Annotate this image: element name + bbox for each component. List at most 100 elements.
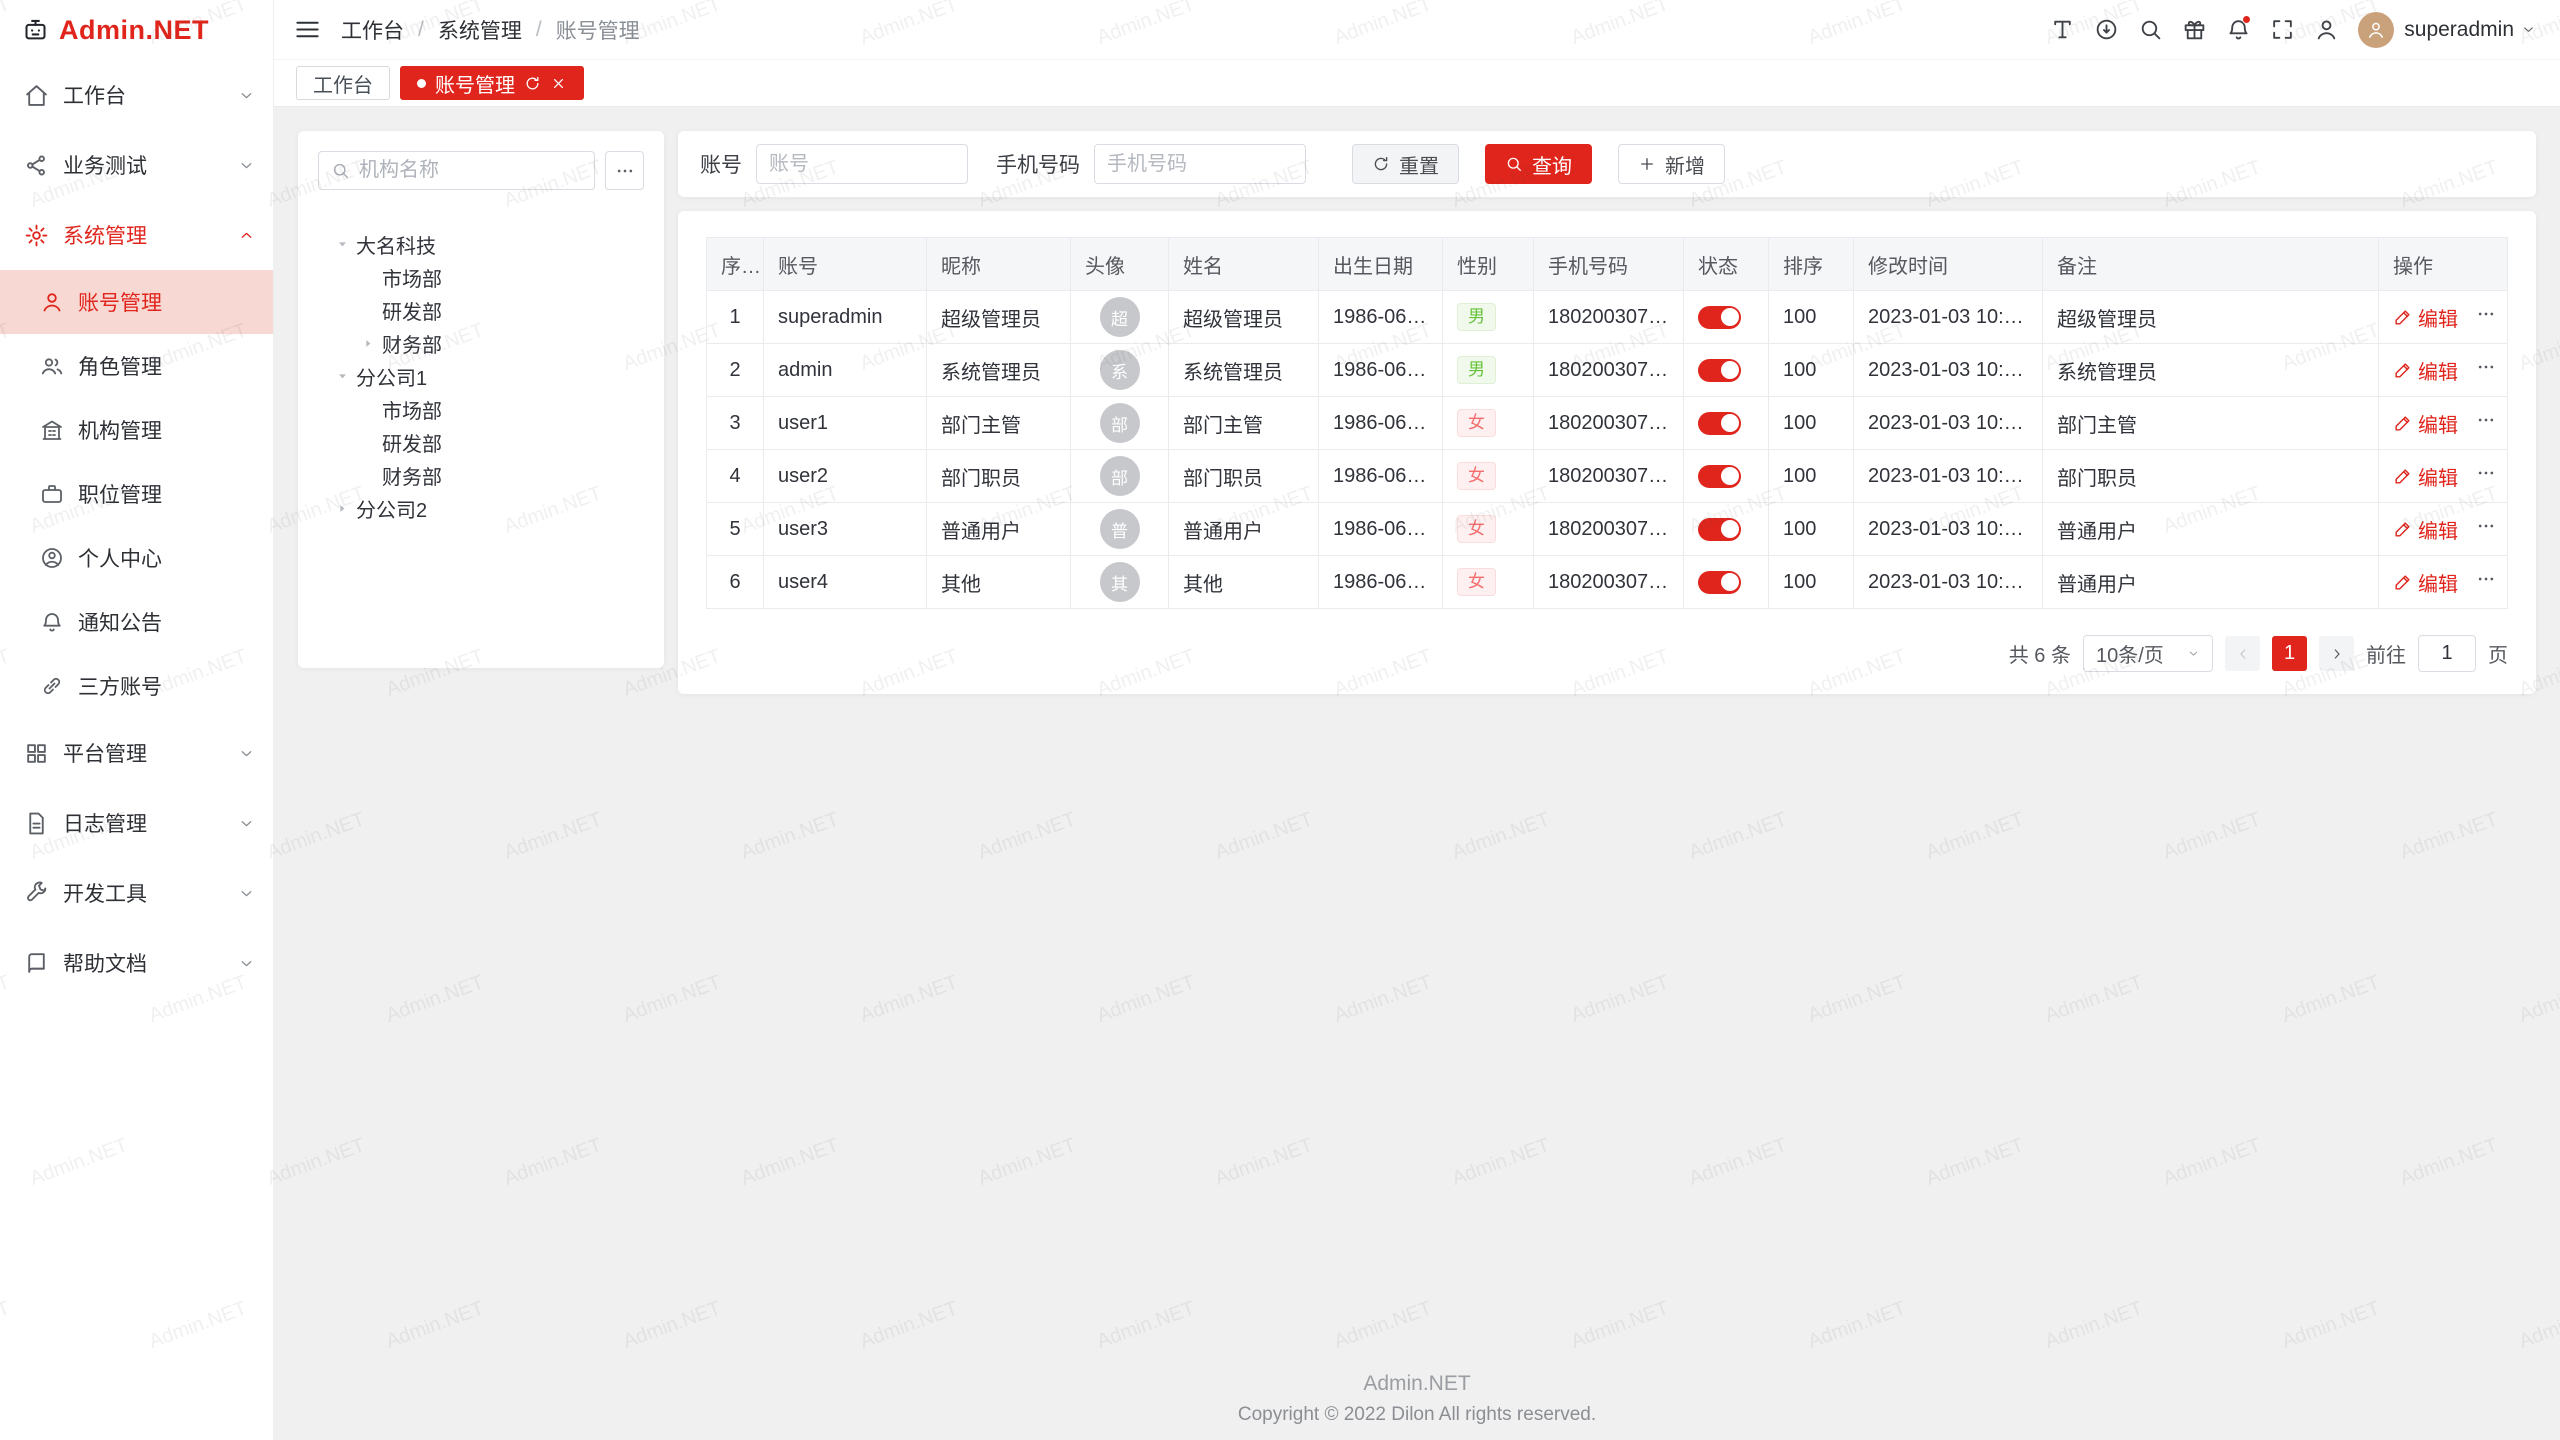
tab-close-icon[interactable] (550, 75, 567, 92)
status-toggle[interactable] (1698, 465, 1741, 488)
status-toggle[interactable] (1698, 359, 1741, 382)
cell-name: 其他 (1169, 556, 1319, 609)
sidebar-item-notice[interactable]: 通知公告 (0, 590, 273, 654)
gift-button[interactable] (2172, 8, 2216, 52)
sidebar-item-org-mgmt[interactable]: 机构管理 (0, 398, 273, 462)
row-more-button[interactable] (2476, 516, 2496, 542)
account-input[interactable] (769, 153, 955, 176)
sidebar-item-personal-center[interactable]: 个人中心 (0, 526, 273, 590)
cell-remark: 部门主管 (2043, 397, 2379, 450)
edit-button[interactable]: 编辑 (2393, 356, 2458, 385)
tree-node[interactable]: 市场部 (318, 261, 644, 294)
cell-remark: 超级管理员 (2043, 291, 2379, 344)
sidebar-item-platform-mgmt[interactable]: 平台管理 (0, 718, 273, 788)
sidebar-item-workbench[interactable]: 工作台 (0, 60, 273, 130)
search-button[interactable]: 查询 (1485, 144, 1592, 184)
caret-right-icon[interactable] (354, 337, 382, 350)
tree-node[interactable]: 研发部 (318, 426, 644, 459)
column-header: 头像 (1071, 238, 1169, 291)
circle-arrow-button[interactable] (2084, 8, 2128, 52)
cell-phone: 18020030720 (1534, 344, 1684, 397)
breadcrumb-separator: / (536, 18, 542, 42)
add-button[interactable]: 新增 (1618, 144, 1725, 184)
reset-button[interactable]: 重置 (1352, 144, 1459, 184)
tab-workbench[interactable]: 工作台 (296, 66, 390, 100)
page-size-select[interactable]: 10条/页 (2083, 635, 2213, 672)
cell-operations: 编辑 (2379, 556, 2508, 609)
tree-node[interactable]: 大名科技 (318, 228, 644, 261)
sidebar-item-help-docs[interactable]: 帮助文档 (0, 928, 273, 998)
sidebar-item-log-mgmt[interactable]: 日志管理 (0, 788, 273, 858)
notification-badge (2242, 15, 2251, 24)
avatar (2358, 12, 2394, 48)
font-size-button[interactable] (2040, 8, 2084, 52)
status-toggle[interactable] (1698, 306, 1741, 329)
status-toggle[interactable] (1698, 571, 1741, 594)
tab-refresh-icon[interactable] (524, 75, 541, 92)
circle-arrow-icon (2094, 17, 2119, 42)
chevron-down-icon (238, 955, 255, 972)
sidebar-item-system-mgmt[interactable]: 系统管理 (0, 200, 273, 270)
cell-account: user1 (764, 397, 927, 450)
more-icon (2476, 304, 2496, 324)
cell-birthday: 1986-06-28 (1319, 344, 1443, 397)
row-more-button[interactable] (2476, 304, 2496, 330)
edit-button[interactable]: 编辑 (2393, 462, 2458, 491)
tree-node-label: 财务部 (382, 329, 442, 358)
status-toggle[interactable] (1698, 412, 1741, 435)
breadcrumb-item[interactable]: 工作台 (341, 15, 404, 45)
edit-icon (2393, 520, 2412, 539)
user-menu[interactable]: superadmin (2358, 12, 2536, 48)
fullscreen-icon (2270, 17, 2295, 42)
search-button[interactable] (2128, 8, 2172, 52)
tree-node[interactable]: 分公司2 (318, 492, 644, 525)
tree-node[interactable]: 市场部 (318, 393, 644, 426)
tree-node[interactable]: 研发部 (318, 294, 644, 327)
sidebar-item-business-test[interactable]: 业务测试 (0, 130, 273, 200)
sidebar-item-role-mgmt[interactable]: 角色管理 (0, 334, 273, 398)
row-more-button[interactable] (2476, 463, 2496, 489)
tree-node[interactable]: 财务部 (318, 459, 644, 492)
org-search-input[interactable] (359, 159, 582, 182)
chevron-down-icon (238, 745, 255, 762)
edit-button[interactable]: 编辑 (2393, 303, 2458, 332)
caret-right-icon[interactable] (328, 502, 356, 515)
sidebar-item-label: 帮助文档 (63, 948, 238, 978)
tree-node[interactable]: 分公司1 (318, 360, 644, 393)
goto-page-input[interactable] (2418, 635, 2476, 672)
bell-button[interactable] (2216, 8, 2260, 52)
prev-page-button[interactable] (2225, 636, 2260, 671)
hamburger-icon[interactable] (294, 16, 321, 43)
tab-account-mgmt[interactable]: 账号管理 (400, 66, 584, 100)
edit-button[interactable]: 编辑 (2393, 568, 2458, 597)
tree-node[interactable]: 财务部 (318, 327, 644, 360)
more-icon (2476, 410, 2496, 430)
sidebar-item-label: 个人中心 (78, 543, 162, 573)
phone-input[interactable] (1107, 153, 1293, 176)
sidebar-item-third-party-account[interactable]: 三方账号 (0, 654, 273, 718)
caret-down-icon[interactable] (328, 370, 356, 383)
row-more-button[interactable] (2476, 357, 2496, 383)
page-1-button[interactable]: 1 (2272, 636, 2307, 671)
sidebar-item-dev-tools[interactable]: 开发工具 (0, 858, 273, 928)
sidebar-item-account-mgmt[interactable]: 账号管理 (0, 270, 273, 334)
caret-down-icon[interactable] (328, 238, 356, 251)
breadcrumb-item[interactable]: 系统管理 (438, 15, 522, 45)
sidebar-item-position-mgmt[interactable]: 职位管理 (0, 462, 273, 526)
org-more-button[interactable] (605, 151, 644, 190)
next-page-button[interactable] (2319, 636, 2354, 671)
edit-button[interactable]: 编辑 (2393, 409, 2458, 438)
column-header: 出生日期 (1319, 238, 1443, 291)
edit-button[interactable]: 编辑 (2393, 515, 2458, 544)
cell-phone: 18020030720 (1534, 397, 1684, 450)
cell-account: user4 (764, 556, 927, 609)
breadcrumb-item[interactable]: 账号管理 (556, 15, 640, 45)
row-more-button[interactable] (2476, 569, 2496, 595)
tree-node-label: 大名科技 (356, 230, 436, 259)
app-logo[interactable]: Admin.NET (0, 0, 273, 60)
fullscreen-button[interactable] (2260, 8, 2304, 52)
row-more-button[interactable] (2476, 410, 2496, 436)
user-button[interactable] (2304, 8, 2348, 52)
cell-avatar: 其 (1071, 556, 1169, 609)
status-toggle[interactable] (1698, 518, 1741, 541)
